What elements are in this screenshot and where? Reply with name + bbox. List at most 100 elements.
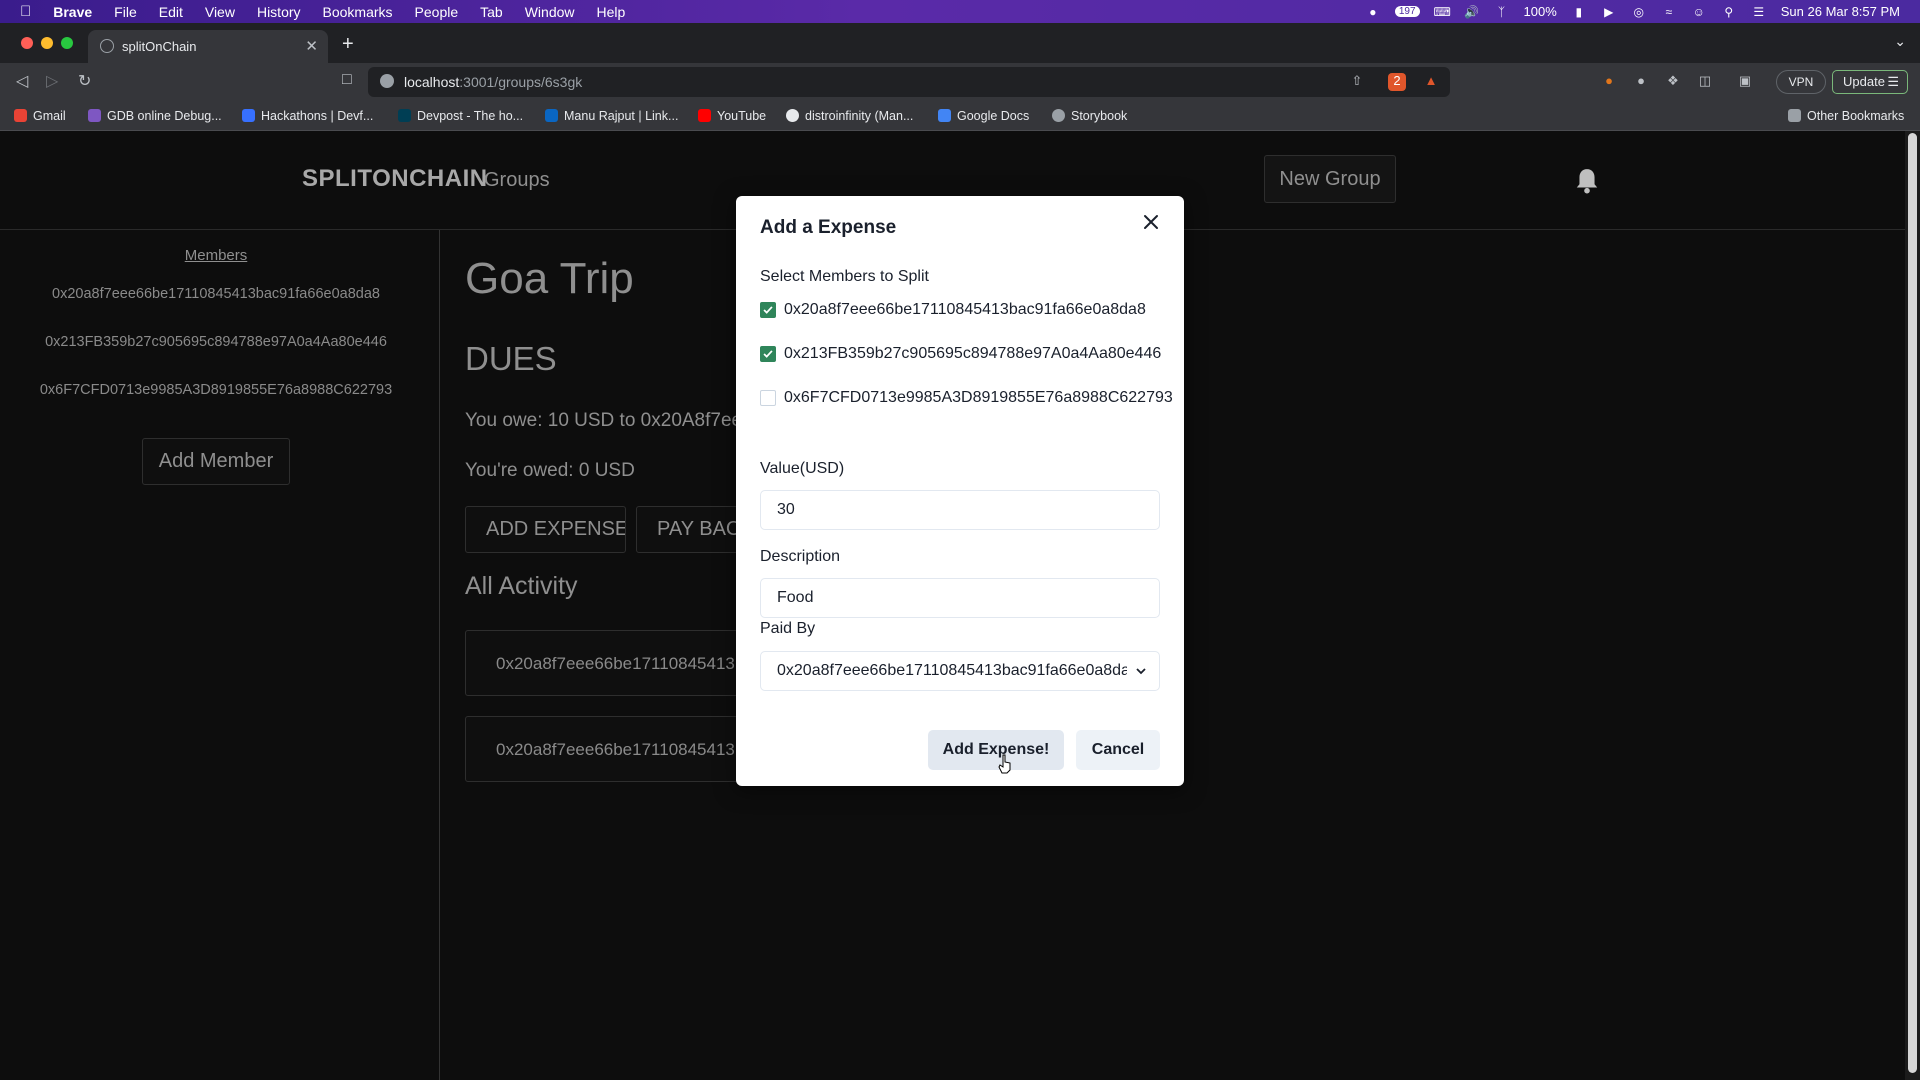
browser-toolbar: ◁ ▷ ↻ □ localhost:3001/groups/6s3gk ⇧ 2 … xyxy=(0,63,1920,101)
site-info-icon[interactable] xyxy=(380,74,394,88)
split-member-label[interactable]: 0x213FB359b27c905695c894788e97A0a4Aa80e4… xyxy=(784,345,1161,363)
bookmark-gdb[interactable]: GDB online Debug... xyxy=(88,109,222,123)
activity-item[interactable]: 0x20a8f7eee66be17110845413ba xyxy=(465,630,765,696)
menu-file[interactable]: File xyxy=(114,4,137,20)
keyboard-icon[interactable]: ⌨ xyxy=(1434,5,1451,19)
wallet-icon[interactable]: ▣ xyxy=(1736,73,1754,91)
browser-tab[interactable]: splitOnChain ✕ xyxy=(88,30,328,63)
battery-icon[interactable]: ▮ xyxy=(1571,5,1587,19)
split-member-row[interactable]: 0x6F7CFD0713e9985A3D8919855E76a8988C6227… xyxy=(760,388,1184,408)
paid-by-select[interactable]: 0x20a8f7eee66be17110845413bac91fa66e0a8d… xyxy=(760,651,1160,691)
status-badge[interactable]: 197 xyxy=(1394,6,1420,17)
tab-close-icon[interactable]: ✕ xyxy=(305,37,318,55)
youtube-icon xyxy=(698,109,711,122)
menu-window[interactable]: Window xyxy=(525,4,575,20)
wifi-icon[interactable]: ≈ xyxy=(1661,5,1677,19)
new-group-button[interactable]: New Group xyxy=(1264,155,1396,203)
members-title[interactable]: Members xyxy=(0,247,432,264)
user-icon[interactable]: ☺ xyxy=(1691,5,1707,19)
metamask-icon[interactable]: ● xyxy=(1600,73,1618,91)
window-minimize-icon[interactable] xyxy=(41,37,53,49)
group-title: Goa Trip xyxy=(465,254,634,303)
brand-logo[interactable]: SPLITONCHAIN xyxy=(302,165,488,193)
activity-item[interactable]: 0x20a8f7eee66be17110845413ba xyxy=(465,716,765,782)
window-zoom-icon[interactable] xyxy=(61,37,73,49)
cancel-button[interactable]: Cancel xyxy=(1076,730,1160,770)
bookmark-storybook[interactable]: Storybook xyxy=(1052,109,1127,123)
bookmark-linkedin[interactable]: Manu Rajput | Link... xyxy=(545,109,678,123)
bookmark-google-docs[interactable]: Google Docs xyxy=(938,109,1029,123)
member-item: 0x6F7CFD0713e9985A3D8919855E76a8988C6227… xyxy=(39,382,393,398)
apple-menu-icon[interactable]:  xyxy=(20,3,31,20)
url-text[interactable]: localhost:3001/groups/6s3gk xyxy=(404,74,582,90)
menu-tab[interactable]: Tab xyxy=(480,4,503,20)
value-input[interactable] xyxy=(760,490,1160,530)
menu-history[interactable]: History xyxy=(257,4,301,20)
bookmark-youtube[interactable]: YouTube xyxy=(698,109,766,123)
page-scrollbar[interactable] xyxy=(1905,131,1920,1080)
volume-icon[interactable]: 🔊 xyxy=(1464,5,1480,19)
split-member-checkbox[interactable] xyxy=(760,302,776,318)
window-close-icon[interactable] xyxy=(21,37,33,49)
control-center-icon[interactable]: ☰ xyxy=(1751,5,1767,19)
value-label: Value(USD) xyxy=(760,460,845,477)
back-icon[interactable]: ◁ xyxy=(16,71,28,91)
menu-people[interactable]: People xyxy=(415,4,459,20)
menubar-datetime[interactable]: Sun 26 Mar 8:57 PM xyxy=(1781,4,1900,19)
brave-rewards-icon[interactable]: ▲ xyxy=(1422,73,1440,91)
other-bookmarks[interactable]: Other Bookmarks xyxy=(1788,109,1904,123)
spotlight-search-icon[interactable]: ⚲ xyxy=(1721,5,1737,19)
new-tab-icon[interactable]: + xyxy=(342,33,354,56)
brave-shields-icon[interactable]: 2 xyxy=(1388,73,1406,91)
checkmark-icon xyxy=(763,350,773,358)
record-icon[interactable]: ● xyxy=(1365,5,1381,19)
split-member-label[interactable]: 0x20a8f7eee66be17110845413bac91fa66e0a8d… xyxy=(784,301,1146,319)
macos-menubar:  Brave File Edit View History Bookmarks… xyxy=(0,0,1920,23)
forward-icon[interactable]: ▷ xyxy=(46,71,58,91)
reload-icon[interactable]: ↻ xyxy=(78,71,91,91)
update-button[interactable]: Update ☰ xyxy=(1832,70,1908,94)
extensions-puzzle-icon[interactable]: ❖ xyxy=(1664,73,1682,91)
bookmark-gmail[interactable]: Gmail xyxy=(14,109,66,123)
browser-tab-bar: splitOnChain ✕ + ⌄ xyxy=(0,23,1920,63)
tab-search-chevron-icon[interactable]: ⌄ xyxy=(1894,33,1906,50)
bookmark-devpost[interactable]: Devpost - The ho... xyxy=(398,109,523,123)
members-sidebar: Members 0x20a8f7eee66be17110845413bac91f… xyxy=(0,230,440,1080)
devfolio-icon xyxy=(242,109,255,122)
vpn-button[interactable]: VPN xyxy=(1776,70,1826,94)
split-member-checkbox[interactable] xyxy=(760,390,776,406)
split-member-label[interactable]: 0x6F7CFD0713e9985A3D8919855E76a8988C6227… xyxy=(784,389,1173,407)
notification-bell-icon[interactable] xyxy=(1574,167,1600,195)
google-docs-icon xyxy=(938,109,951,122)
airdrop-icon[interactable]: ◎ xyxy=(1631,5,1647,19)
gmail-icon xyxy=(14,109,27,122)
scrollbar-thumb[interactable] xyxy=(1908,133,1917,1073)
bookmark-icon[interactable]: □ xyxy=(342,71,352,89)
battery-percent: 100% xyxy=(1523,4,1557,19)
add-member-button[interactable]: Add Member xyxy=(142,438,290,485)
sidebar-icon[interactable]: ◫ xyxy=(1696,73,1714,91)
description-input[interactable] xyxy=(760,578,1160,618)
devpost-icon xyxy=(398,109,411,122)
menu-icon: ☰ xyxy=(1887,74,1899,89)
split-member-checkbox[interactable] xyxy=(760,346,776,362)
paid-by-value: 0x20a8f7eee66be17110845413bac91fa66e0a8d… xyxy=(777,662,1127,679)
menu-app-name[interactable]: Brave xyxy=(53,4,92,20)
chevron-down-icon xyxy=(1136,668,1146,675)
share-icon[interactable]: ⇧ xyxy=(1348,73,1366,91)
address-bar[interactable]: localhost:3001/groups/6s3gk ⇧ xyxy=(368,67,1450,97)
menu-edit[interactable]: Edit xyxy=(159,4,183,20)
play-icon[interactable]: ▶ xyxy=(1601,5,1617,19)
bluetooth-icon[interactable]: ᛉ xyxy=(1494,5,1510,19)
nav-groups-link[interactable]: Groups xyxy=(484,169,550,192)
github-icon xyxy=(786,109,799,122)
add-expense-button[interactable]: ADD EXPENSE xyxy=(465,506,626,553)
bookmark-github[interactable]: distroinfinity (Man... xyxy=(786,109,913,123)
add-expense-submit-button[interactable]: Add Expense! xyxy=(928,730,1064,770)
menu-view[interactable]: View xyxy=(205,4,235,20)
bookmark-hackathons[interactable]: Hackathons | Devf... xyxy=(242,109,373,123)
close-icon[interactable] xyxy=(1139,210,1163,234)
menu-bookmarks[interactable]: Bookmarks xyxy=(323,4,393,20)
extension-icon[interactable]: ● xyxy=(1632,73,1650,91)
menu-help[interactable]: Help xyxy=(597,4,626,20)
